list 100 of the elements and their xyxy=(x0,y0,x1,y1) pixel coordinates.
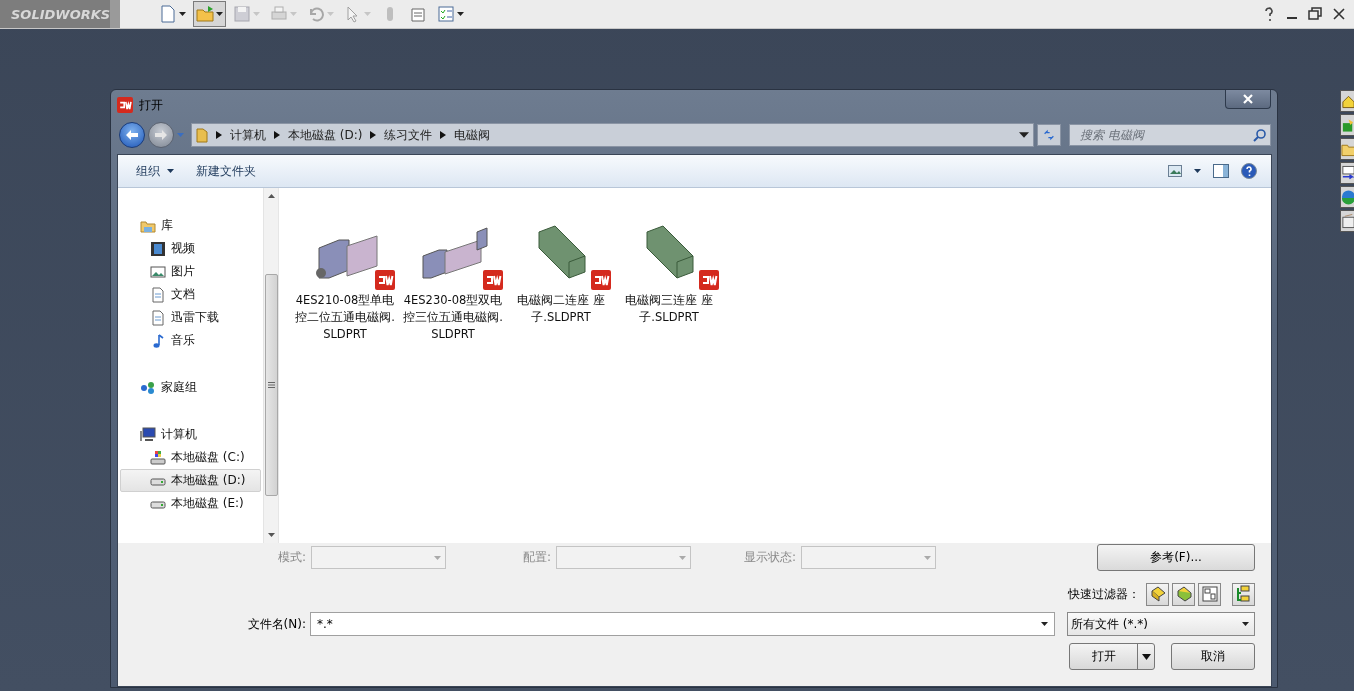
view-picture-icon[interactable] xyxy=(1168,165,1182,177)
breadcrumb-item[interactable]: 电磁阀 xyxy=(454,126,491,144)
close-icon[interactable] xyxy=(1332,6,1346,22)
close-icon xyxy=(1243,94,1253,104)
grip-icon xyxy=(267,382,275,388)
left-arrow-icon xyxy=(125,129,139,141)
file-name[interactable]: 4ES210-08型单电控二位五通电磁阀.SLDPRT xyxy=(295,292,395,343)
command-button[interactable]: 新建文件夹 xyxy=(188,158,264,184)
dropdown-caret-icon xyxy=(1242,622,1249,626)
search-input[interactable]: 搜索 电磁阀 xyxy=(1078,127,1253,143)
dropdown-caret-icon xyxy=(457,12,464,16)
scroll-up-icon xyxy=(267,194,275,198)
references-button[interactable]: 参考(F)... xyxy=(1097,544,1255,571)
file-name[interactable]: 4ES230-08型双电控三位五通电磁阀.SLDPRT xyxy=(403,292,503,343)
drawing-filter-icon xyxy=(1200,585,1219,603)
top-level-assembly-icon xyxy=(1234,585,1253,603)
checklist-icon xyxy=(437,5,455,23)
nav-item[interactable]: 本地磁盘 (D:) xyxy=(120,469,261,492)
part-filter-icon xyxy=(1148,585,1167,603)
forward-button[interactable] xyxy=(148,122,174,148)
dropdown-caret-icon xyxy=(434,555,441,560)
nav-item[interactable]: 本地磁盘 (E:) xyxy=(120,492,261,515)
folder-icon xyxy=(196,5,214,23)
breadcrumb-arrow-icon xyxy=(440,131,447,139)
dropdown-caret-icon xyxy=(253,12,260,16)
quick-filter-label: 快速过滤器： xyxy=(1068,585,1140,603)
scrollbar[interactable] xyxy=(263,188,278,543)
scroll-down-icon xyxy=(267,533,275,537)
assembly-filter-icon xyxy=(1174,585,1193,603)
address-bar[interactable]: 计算机 本地磁盘 (D:) 练习文件 电磁阀 xyxy=(191,123,1034,147)
computer-monitor-icon xyxy=(140,426,156,443)
toolbar-button[interactable] xyxy=(193,1,226,27)
picture-icon xyxy=(150,263,166,280)
refresh-button[interactable] xyxy=(1037,124,1061,146)
document-icon xyxy=(150,309,166,326)
filter-button[interactable] xyxy=(1172,582,1195,606)
nav-item[interactable]: 图片 xyxy=(120,260,261,283)
command-button[interactable]: 组织 xyxy=(128,158,182,184)
breadcrumb-item[interactable]: 计算机 xyxy=(230,126,266,144)
dropdown-caret-icon xyxy=(924,555,931,560)
printer-icon xyxy=(270,5,288,23)
document-properties-icon xyxy=(409,5,427,23)
nav-item[interactable]: 音乐 xyxy=(120,329,261,352)
view-caret-icon xyxy=(1194,169,1201,173)
back-button[interactable] xyxy=(119,122,145,148)
filter-button[interactable] xyxy=(1146,582,1169,606)
file-type-dropdown[interactable]: 所有文件 (*.*) xyxy=(1067,612,1255,636)
folder-icon xyxy=(196,127,208,143)
nav-item[interactable]: 本地磁盘 (C:) xyxy=(120,446,261,469)
help-icon[interactable] xyxy=(1241,163,1257,179)
cancel-button[interactable]: 取消 xyxy=(1171,643,1255,670)
search-icon xyxy=(1253,128,1266,142)
close-button[interactable] xyxy=(1225,90,1271,109)
notepad-icon[interactable] xyxy=(1341,213,1354,229)
document-icon xyxy=(150,286,166,303)
list-arrow-icon[interactable] xyxy=(1341,165,1354,181)
filter-button[interactable] xyxy=(1232,582,1255,606)
undo-arrow-icon xyxy=(307,5,325,23)
open-button[interactable]: 打开 xyxy=(1069,643,1155,670)
nav-item[interactable]: 家庭组 xyxy=(120,376,261,399)
option-label: 模式: xyxy=(276,549,307,566)
windows-drive-icon xyxy=(150,449,166,466)
help-icon[interactable] xyxy=(1262,6,1276,22)
parts-box-icon[interactable] xyxy=(1341,117,1354,133)
nav-item[interactable]: 文档 xyxy=(120,283,261,306)
restore-icon[interactable] xyxy=(1308,6,1322,22)
globe-icon[interactable] xyxy=(1341,189,1354,205)
nav-item[interactable]: 视频 xyxy=(120,237,261,260)
app-cube-icon xyxy=(117,97,133,113)
breadcrumb-arrow-icon xyxy=(274,131,280,139)
history-caret-icon xyxy=(177,133,184,137)
nav-item[interactable]: 计算机 xyxy=(120,423,261,446)
refresh-arrows-icon xyxy=(1044,128,1054,142)
file-name[interactable]: 电磁阀三连座 座子.SLDPRT xyxy=(619,292,719,326)
film-strip-icon xyxy=(150,240,166,257)
breadcrumb-item[interactable]: 本地磁盘 (D:) xyxy=(288,126,363,144)
right-arrow-icon xyxy=(154,129,168,141)
filter-button[interactable] xyxy=(1198,582,1221,606)
dialog-title: 打开 xyxy=(139,96,163,114)
dropdown-caret-icon xyxy=(1041,622,1048,626)
file-name[interactable]: 电磁阀二连座 座子.SLDPRT xyxy=(511,292,611,326)
dropdown-caret-icon xyxy=(179,12,186,16)
option-label: 显示状态: xyxy=(742,549,797,566)
new-document-icon xyxy=(159,5,177,23)
preview-pane-icon[interactable] xyxy=(1213,164,1229,178)
logo-text: SOLIDWORKS xyxy=(11,6,111,22)
split-caret-icon xyxy=(1141,653,1151,660)
nav-item[interactable]: 库 xyxy=(120,214,261,237)
homegroup-icon xyxy=(140,379,156,396)
file-name-field[interactable]: *.* xyxy=(310,612,1055,636)
file-name-label: 文件名(N): xyxy=(246,615,307,633)
search-field[interactable]: 搜索 电磁阀 xyxy=(1069,124,1271,146)
breadcrumb-item[interactable]: 练习文件 xyxy=(384,126,433,144)
home-icon[interactable] xyxy=(1341,93,1354,109)
dropdown-caret-icon xyxy=(167,169,174,173)
dropdown-caret-icon xyxy=(364,12,371,16)
breadcrumb-arrow-icon xyxy=(216,131,222,139)
file-name-input[interactable]: *.* xyxy=(315,616,1041,632)
nav-item[interactable]: 迅雷下载 xyxy=(120,306,261,329)
breadcrumb-arrow-icon xyxy=(370,131,377,139)
